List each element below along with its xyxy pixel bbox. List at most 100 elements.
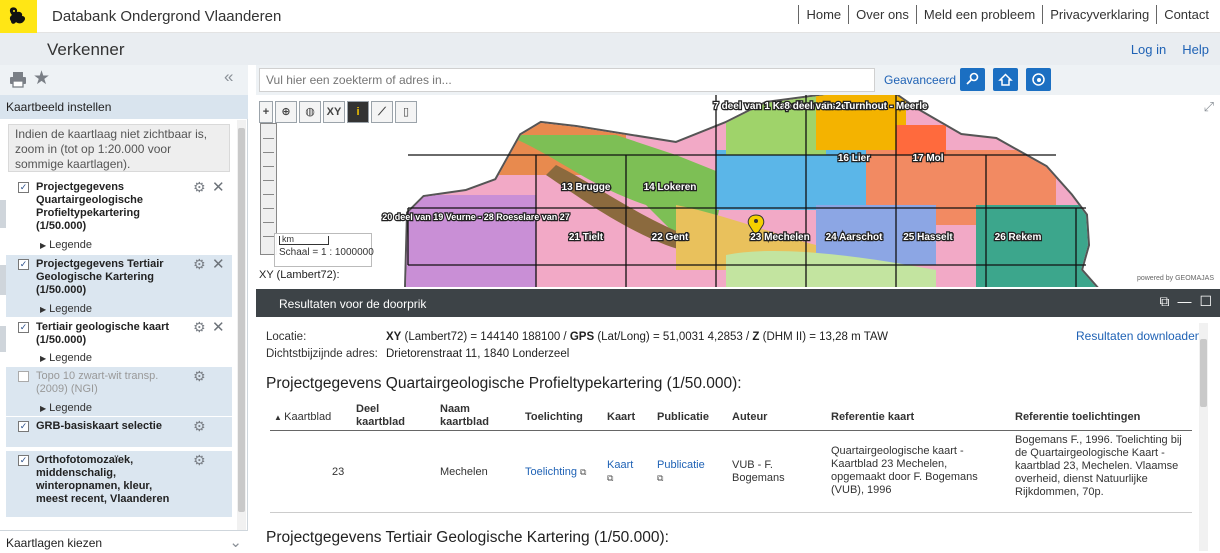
panel-toolbar: ★ « <box>0 65 248 95</box>
triangle-right-icon: ▶ <box>40 404 47 413</box>
nav-home[interactable]: Home <box>798 5 848 24</box>
app-title: Verkenner <box>47 40 125 59</box>
external-link-icon: ⧉ <box>580 467 587 477</box>
gear-icon[interactable]: ⚙ <box>193 256 206 273</box>
col-kaartblad[interactable]: ▲ Kaartblad <box>274 411 331 424</box>
maximize-icon[interactable]: ☐ <box>1199 293 1212 310</box>
chevron-down-icon[interactable]: ⌄ <box>229 533 242 551</box>
address-value: Drietorenstraat 11, 1840 Londerzeel <box>386 348 570 360</box>
gear-icon[interactable]: ⚙ <box>193 179 206 196</box>
layer-name: GRB-basiskaart selectie <box>36 420 162 432</box>
layer-checkbox[interactable]: ✓ <box>18 259 29 270</box>
sheet-label: 14 Lokeren <box>644 182 697 193</box>
document-icon: ▯ <box>402 106 410 118</box>
map-canvas[interactable]: 7 deel van 1 Kapellen - Essen 8 deel van… <box>256 95 1220 287</box>
close-icon[interactable]: ✕ <box>212 178 225 196</box>
slider-tick <box>263 194 274 195</box>
results-scrollbar[interactable] <box>1199 323 1208 551</box>
site-title[interactable]: Databank Ondergrond Vlaanderen <box>52 8 281 25</box>
powered-by-logo: powered by GEOMAJAS <box>1134 275 1216 282</box>
col-publicatie[interactable]: Publicatie <box>657 411 709 424</box>
collapse-panel-icon[interactable]: « <box>224 67 233 87</box>
geo-search-button[interactable] <box>1026 68 1051 91</box>
print-map-button[interactable]: ▯ <box>395 101 417 123</box>
scrollbar-thumb[interactable] <box>1200 339 1207 407</box>
panel-scrollbar[interactable] <box>237 120 246 530</box>
col-auteur[interactable]: Auteur <box>732 411 767 424</box>
globe-icon: ◍ <box>305 106 315 118</box>
expand-map-icon[interactable]: ⤢ <box>1204 99 1214 115</box>
close-icon[interactable]: ✕ <box>212 318 225 336</box>
xy-button[interactable]: XY <box>323 101 345 123</box>
locate-button[interactable] <box>960 68 985 91</box>
external-link-icon: ⧉ <box>657 473 664 483</box>
map-view[interactable]: 7 deel van 1 Kapellen - Essen 8 deel van… <box>256 95 1220 287</box>
results-panel: Locatie: XY (Lambert72) = 144140 188100 … <box>256 317 1220 553</box>
sheet-label: 21 Tielt <box>569 232 604 243</box>
search-input[interactable] <box>259 68 875 92</box>
scrollbar-thumb[interactable] <box>238 128 245 512</box>
legend-toggle[interactable]: ▶ Legende <box>40 352 92 364</box>
favorite-star-icon[interactable]: ★ <box>33 67 50 90</box>
zoom-rect-button[interactable]: ⊕ <box>275 101 297 123</box>
user-nav: Log in Help <box>1131 42 1209 57</box>
legend-toggle[interactable]: ▶ Legende <box>40 303 92 315</box>
ruler-icon: ⟋ <box>378 106 386 118</box>
col-deel[interactable]: Deel kaartblad <box>356 403 416 429</box>
col-kaart[interactable]: Kaart <box>607 411 635 424</box>
slider-tick <box>263 138 274 139</box>
cell-naam: Mechelen <box>440 466 488 478</box>
layer-checkbox[interactable] <box>18 371 29 382</box>
layer-item: ✓ Tertiair geologische kaart (1/50.000) … <box>0 318 232 366</box>
minimize-icon[interactable]: — <box>1177 293 1191 310</box>
location-label: Locatie: <box>266 331 307 343</box>
full-extent-button[interactable]: ◍ <box>299 101 321 123</box>
layer-checkbox[interactable]: ✓ <box>18 421 29 432</box>
legend-toggle[interactable]: ▶ Legende <box>40 402 92 414</box>
nav-over-ons[interactable]: Over ons <box>848 5 916 24</box>
sheet-label: 25 Hasselt <box>903 232 953 243</box>
panel-header: Kaartbeeld instellen <box>0 95 248 119</box>
nav-privacy[interactable]: Privacyverklaring <box>1042 5 1156 24</box>
advanced-search-link[interactable]: Geavanceerd <box>884 73 956 87</box>
layer-checkbox[interactable]: ✓ <box>18 455 29 466</box>
section-title: Projectgegevens Quartairgeologische Prof… <box>266 375 742 392</box>
flemish-lion-logo[interactable] <box>0 0 37 33</box>
info-icon: i <box>356 106 360 118</box>
results-title: Resultaten voor de doorprik <box>279 297 427 311</box>
measure-button[interactable]: ⟋ <box>371 101 393 123</box>
cell-ref-kaart: Quartairgeologische kaart - Kaartblad 23… <box>831 445 978 496</box>
cell-kaartblad: 23 <box>332 466 345 478</box>
printer-icon[interactable] <box>9 71 27 88</box>
login-link[interactable]: Log in <box>1131 42 1166 57</box>
layer-checkbox[interactable]: ✓ <box>18 182 29 193</box>
home-location-button[interactable] <box>993 68 1018 91</box>
help-link[interactable]: Help <box>1182 42 1209 57</box>
top-nav: Home Over ons Meld een probleem Privacyv… <box>798 5 1216 24</box>
xy-readout: XY (Lambert72): <box>256 267 376 285</box>
kaart-link[interactable]: Kaart ⧉ <box>607 459 637 485</box>
nav-contact[interactable]: Contact <box>1156 5 1216 24</box>
zoom-in-button[interactable]: + <box>259 101 273 123</box>
gear-icon[interactable]: ⚙ <box>193 368 206 385</box>
kaartlagen-kiezen-header[interactable]: Kaartlagen kiezen ⌄ <box>0 530 248 553</box>
info-button[interactable]: i <box>347 101 369 123</box>
close-icon[interactable]: ✕ <box>212 255 225 273</box>
col-ref-kaart[interactable]: Referentie kaart <box>831 411 914 424</box>
publicatie-link[interactable]: Publicatie ⧉ <box>657 459 717 485</box>
gear-icon[interactable]: ⚙ <box>193 418 206 435</box>
legend-toggle[interactable]: ▶ Legende <box>40 239 92 251</box>
col-toelichting[interactable]: Toelichting <box>525 411 583 424</box>
toelichting-link[interactable]: Toelichting ⧉ <box>525 466 586 479</box>
cell-ref-toelichtingen: Bogemans F., 1996. Toelichting bij de Qu… <box>1015 434 1182 498</box>
gear-icon[interactable]: ⚙ <box>193 452 206 469</box>
nav-meld-probleem[interactable]: Meld een probleem <box>915 5 1042 24</box>
popout-icon[interactable]: ⧉ <box>1159 293 1169 310</box>
layer-item: Topo 10 zwart-wit transp. (2009) (NGI) ⚙… <box>6 367 232 416</box>
download-results-link[interactable]: Resultaten downloaden <box>1076 329 1201 343</box>
col-naam[interactable]: Naam kaartblad <box>440 403 500 429</box>
gear-icon[interactable]: ⚙ <box>193 319 206 336</box>
triangle-right-icon: ▶ <box>40 241 47 250</box>
layer-checkbox[interactable]: ✓ <box>18 322 29 333</box>
col-ref-toelichtingen[interactable]: Referentie toelichtingen <box>1015 411 1140 424</box>
